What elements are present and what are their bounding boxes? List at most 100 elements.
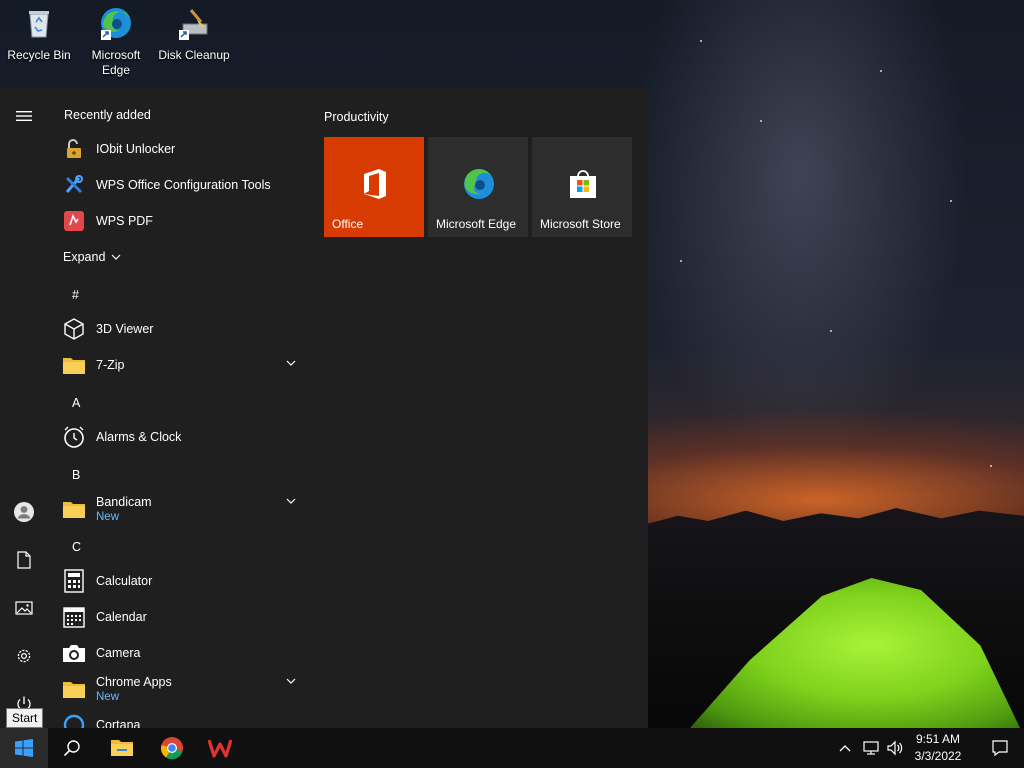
- network-button[interactable]: [858, 728, 884, 768]
- group-letter-c[interactable]: C: [72, 540, 81, 554]
- tiles-group-title[interactable]: Productivity: [324, 110, 389, 124]
- file-explorer-icon: [111, 740, 133, 756]
- new-badge: New: [96, 510, 120, 523]
- tile-label: Microsoft Edge: [436, 217, 517, 231]
- network-icon: [863, 741, 879, 755]
- show-hidden-icons-button[interactable]: [834, 728, 856, 768]
- star: [830, 330, 832, 332]
- clock-date: 3/3/2022: [914, 749, 962, 763]
- recycle-bin-icon: [29, 11, 49, 38]
- tile-office[interactable]: Office: [324, 137, 424, 237]
- taskbar: 9:51 AM 3/3/2022: [0, 728, 1024, 768]
- calculator-icon: [64, 569, 84, 593]
- app-item-cortana[interactable]: Cortana: [62, 707, 302, 728]
- chevron-down-icon: [111, 254, 121, 260]
- camera-icon: [63, 645, 85, 662]
- search-icon: [63, 740, 80, 757]
- app-name: Bandicam: [96, 494, 152, 509]
- app-item-alarms-clock[interactable]: Alarms & Clock: [62, 419, 302, 455]
- app-item-calculator[interactable]: Calculator: [62, 563, 302, 599]
- disk-cleanup-icon: [179, 9, 208, 40]
- tools-icon: [65, 175, 83, 194]
- app-item-chrome-apps[interactable]: Chrome Apps New: [62, 671, 302, 707]
- tile-label: Microsoft Store: [540, 217, 621, 231]
- star: [990, 465, 992, 467]
- star: [880, 70, 882, 72]
- pictures-button[interactable]: [0, 584, 48, 632]
- clock[interactable]: 9:51 AM 3/3/2022: [906, 731, 970, 765]
- folder-icon: [63, 358, 85, 374]
- chevron-down-icon[interactable]: [286, 497, 296, 505]
- wps-office-button[interactable]: [196, 728, 244, 768]
- app-item-3d-viewer[interactable]: 3D Viewer: [62, 311, 302, 347]
- app-name: Alarms & Clock: [96, 429, 182, 444]
- star: [760, 120, 762, 122]
- start-button[interactable]: [0, 728, 48, 768]
- app-item-calendar[interactable]: Calendar: [62, 599, 302, 635]
- expand-menu-button[interactable]: [0, 92, 48, 140]
- star: [700, 40, 702, 42]
- app-name: 7-Zip: [96, 357, 125, 372]
- app-name: Calendar: [96, 609, 147, 624]
- folder-icon: [63, 682, 85, 698]
- app-name: Cortana: [96, 717, 141, 729]
- app-name: IObit Unlocker: [96, 141, 176, 156]
- calendar-icon: [63, 607, 85, 628]
- app-item-wps-pdf[interactable]: WPS PDF: [62, 203, 302, 239]
- chrome-button[interactable]: [148, 728, 196, 768]
- chevron-up-icon: [839, 745, 851, 752]
- app-item-wps-office-configuration-tools[interactable]: WPS Office Configuration Tools: [62, 167, 302, 203]
- app-name: 3D Viewer: [96, 321, 154, 336]
- desktop-icon-recycle-bin[interactable]: Recycle Bin: [1, 6, 77, 63]
- star: [680, 260, 682, 262]
- star: [950, 200, 952, 202]
- edge-icon: [464, 169, 494, 199]
- app-item-camera[interactable]: Camera: [62, 635, 302, 671]
- expand-button[interactable]: Expand: [63, 239, 153, 275]
- app-list[interactable]: Recently added IObit Unlocker WPS Office…: [48, 88, 308, 728]
- group-letter-b[interactable]: B: [72, 468, 80, 482]
- start-menu: Recently added IObit Unlocker WPS Office…: [0, 88, 648, 728]
- app-item-7-zip[interactable]: 7-Zip: [62, 347, 302, 383]
- user-icon: [14, 502, 34, 522]
- cube-icon: [64, 318, 84, 340]
- store-bag-icon: [570, 170, 596, 198]
- tile-microsoft-store[interactable]: Microsoft Store: [532, 137, 632, 237]
- recently-added-title: Recently added: [64, 108, 151, 122]
- office-icon: [364, 169, 386, 199]
- windows-start-icon: [15, 739, 33, 757]
- start-tooltip: Start: [6, 708, 44, 728]
- wps-pdf-icon: [64, 211, 84, 231]
- speaker-icon: [887, 740, 903, 756]
- account-button[interactable]: [0, 488, 48, 536]
- hamburger-icon: [16, 111, 32, 121]
- desktop-icon-label: Microsoft Edge: [91, 48, 141, 77]
- group-letter-a[interactable]: A: [72, 396, 80, 410]
- unlocker-lock-icon: [67, 139, 81, 158]
- chrome-icon: [160, 737, 183, 760]
- tile-label: Office: [332, 217, 364, 231]
- file-explorer-button[interactable]: [98, 728, 146, 768]
- app-name: Calculator: [96, 573, 153, 588]
- documents-button[interactable]: [0, 536, 48, 584]
- group-letter-hash[interactable]: #: [72, 288, 79, 302]
- volume-button[interactable]: [882, 728, 908, 768]
- document-icon: [17, 551, 31, 569]
- notification-icon: [992, 740, 1008, 757]
- chevron-down-icon[interactable]: [286, 359, 296, 367]
- action-center-button[interactable]: [976, 728, 1024, 768]
- alarm-clock-icon: [64, 426, 84, 448]
- expand-label: Expand: [63, 249, 106, 264]
- cortana-icon: [63, 714, 85, 728]
- app-item-iobit-unlocker[interactable]: IObit Unlocker: [62, 131, 302, 167]
- tile-microsoft-edge[interactable]: Microsoft Edge: [428, 137, 528, 237]
- desktop-icon-microsoft-edge[interactable]: Microsoft Edge: [78, 6, 154, 78]
- search-button[interactable]: [48, 728, 96, 768]
- folder-icon: [63, 502, 85, 518]
- chevron-down-icon[interactable]: [286, 677, 296, 685]
- settings-button[interactable]: [0, 632, 48, 680]
- app-item-bandicam[interactable]: Bandicam New: [62, 491, 302, 527]
- wps-office-icon: [208, 739, 232, 758]
- desktop-icon-disk-cleanup[interactable]: Disk Cleanup: [156, 6, 232, 63]
- app-name: WPS Office Configuration Tools: [96, 177, 271, 192]
